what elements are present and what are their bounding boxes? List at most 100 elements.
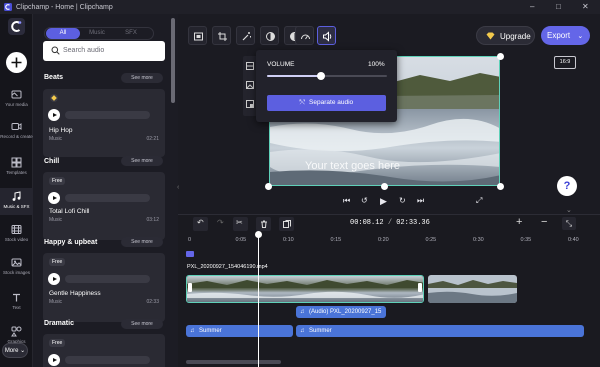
fit-icon [194, 32, 203, 41]
play-icon[interactable] [48, 192, 60, 204]
track-card-total-lofi-chill[interactable]: Free Total Lofi Chill Music 03:12 [43, 172, 165, 240]
play-icon[interactable] [48, 273, 60, 285]
search-icon [51, 46, 60, 55]
speaker-icon [323, 31, 332, 42]
timecode-total: 02:33.36 [396, 219, 430, 227]
see-more-chill-button[interactable]: See more [121, 156, 163, 166]
track-card-gentle-happiness[interactable]: Free Gentle Happiness Music 02:33 [43, 253, 165, 322]
zoom-in-button[interactable]: + [516, 216, 522, 228]
rail-item-templates[interactable]: Templates [0, 157, 33, 175]
see-more-dramatic-button[interactable]: See more [121, 319, 163, 329]
video-clip-selected[interactable] [186, 275, 424, 303]
playhead[interactable] [258, 232, 259, 367]
layout-icon[interactable] [246, 62, 254, 70]
track-card-dramatic[interactable]: Free [43, 334, 165, 367]
forward-5-button[interactable]: ↻ [399, 196, 406, 205]
export-button[interactable]: Export ⌄ [541, 26, 590, 45]
playhead-handle[interactable] [255, 231, 262, 238]
ruler-tick-label: 0 [188, 237, 192, 243]
split-button[interactable]: ✂ [233, 217, 248, 231]
skip-forward-button[interactable]: ⏭ [417, 196, 424, 206]
resize-handle[interactable] [381, 183, 388, 190]
resize-handle[interactable] [265, 183, 272, 190]
audio-library-panel: All Music SFX Search audio Beats See mor… [33, 14, 178, 367]
pip-icon[interactable] [246, 100, 254, 108]
resize-handle[interactable] [497, 183, 504, 190]
clipchamp-app: { "window": {"title": "Clipchamp - Home … [0, 0, 600, 367]
duplicate-icon [283, 220, 291, 228]
duplicate-button[interactable] [279, 217, 294, 231]
close-window-button[interactable]: ✕ [582, 2, 589, 12]
collapse-panel-icon[interactable]: ‹ [177, 184, 182, 194]
separate-audio-label: Separate audio [309, 99, 354, 106]
maximize-button[interactable]: □ [556, 2, 561, 12]
minimize-button[interactable]: – [530, 2, 534, 12]
ruler-tick-label: 0:35 [520, 237, 532, 243]
rail-label: Templates [6, 170, 27, 175]
crop-button[interactable] [212, 26, 231, 45]
note-icon: ♫ [190, 328, 195, 334]
video-clip-2[interactable] [428, 275, 517, 303]
rail-item-music-sfx[interactable]: Music & SFX [0, 188, 33, 215]
clipchamp-logo[interactable] [8, 18, 25, 35]
stock-images-icon [11, 258, 22, 267]
music-clip-2[interactable]: ♫ Summer [296, 325, 584, 337]
aspect-ratio-button[interactable]: 16:9 [554, 56, 576, 69]
fit-button[interactable] [188, 26, 207, 45]
rail-item-text[interactable]: Text [0, 292, 33, 310]
detached-audio-clip[interactable]: ♫ (Audio) PXL_20200927_15 [296, 306, 386, 318]
upgrade-button[interactable]: Upgrade [476, 26, 535, 45]
delete-button[interactable] [256, 217, 271, 231]
speed-button[interactable] [295, 26, 314, 45]
create-new-button[interactable] [6, 52, 27, 73]
effects-button[interactable] [236, 26, 255, 45]
search-input[interactable]: Search audio [43, 41, 165, 61]
see-more-beats-button[interactable]: See more [121, 73, 163, 83]
waveform [65, 194, 150, 202]
text-overlay[interactable]: Your text goes here [305, 160, 400, 172]
audio-button[interactable] [317, 26, 336, 45]
rail-item-stock-images[interactable]: Stock images [0, 257, 33, 275]
see-more-happy-button[interactable]: See more [121, 237, 163, 247]
expand-timeline-icon[interactable]: ⌄ [566, 206, 572, 214]
timeline-scrollbar[interactable] [186, 360, 281, 364]
music-clip-1[interactable]: ♫ Summer [186, 325, 293, 337]
image-icon[interactable] [246, 81, 254, 89]
separate-audio-button[interactable]: ⤲ Separate audio [267, 95, 386, 111]
track-card-hip-hop[interactable]: Hip Hop Music 02:21 [43, 89, 165, 157]
clipchamp-logo-icon [11, 21, 22, 32]
video-clip-label: PXL_20200927_154046190.mp4 [187, 264, 268, 270]
skip-back-button[interactable]: ⏮ [343, 196, 350, 206]
filters-button[interactable] [260, 26, 279, 45]
tab-switcher [44, 27, 154, 40]
waveform [65, 111, 150, 119]
panel-scrollbar[interactable] [171, 18, 175, 103]
play-icon[interactable] [48, 109, 60, 121]
fit-timeline-button[interactable]: ⤡ [562, 217, 576, 230]
play-icon[interactable] [48, 354, 60, 366]
note-icon: ♫ [300, 309, 305, 315]
volume-slider-handle[interactable] [317, 72, 325, 80]
diamond-icon [486, 32, 495, 40]
rail-item-stock-video[interactable]: Stock video [0, 224, 33, 242]
rail-item-graphics[interactable]: Graphics [0, 326, 33, 344]
volume-slider-track[interactable] [267, 72, 387, 80]
timecode-separator: / [387, 219, 393, 227]
play-button[interactable]: ▶ [380, 196, 387, 207]
resize-handle[interactable] [497, 53, 504, 60]
rewind-5-button[interactable]: ↺ [361, 196, 368, 205]
ruler-tick-label: 0:15 [330, 237, 342, 243]
rail-item-your-media[interactable]: Your media [0, 89, 33, 107]
ruler-tick-label: 0:25 [425, 237, 437, 243]
redo-button[interactable]: ↷ [213, 217, 228, 231]
text-clip-stub[interactable] [186, 251, 194, 257]
trim-handle-left[interactable] [188, 283, 192, 292]
more-button[interactable]: More ⌄ [2, 343, 28, 358]
rail-item-record-create[interactable]: Record & create [0, 121, 33, 139]
undo-button[interactable]: ↶ [193, 217, 208, 231]
fullscreen-button[interactable]: ⤢ [476, 196, 482, 206]
help-button[interactable]: ? [557, 176, 577, 196]
video-thumbnails [187, 276, 423, 302]
trim-handle-right[interactable] [418, 283, 422, 292]
zoom-out-button[interactable]: − [541, 216, 547, 228]
